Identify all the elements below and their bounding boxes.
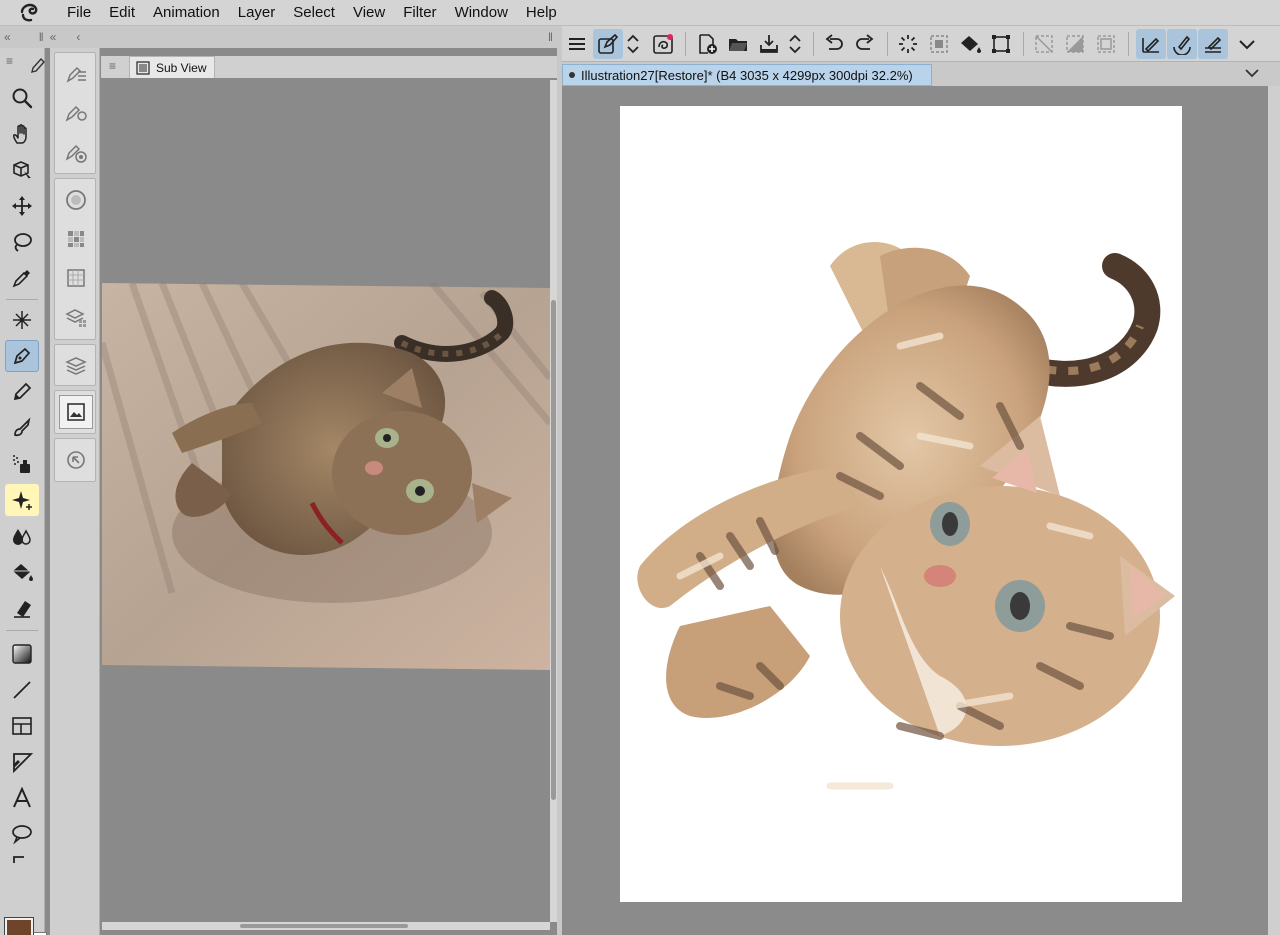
save-options-arrows-icon[interactable] [784, 29, 806, 59]
gradient-icon[interactable] [5, 638, 39, 670]
companion-icon[interactable] [648, 29, 678, 59]
cat-painting[interactable] [620, 106, 1182, 902]
tool-palette: ≡ [0, 48, 47, 935]
palette-dock [50, 48, 100, 935]
tool-palette-brush-icon [30, 58, 46, 74]
eyedropper-icon[interactable] [5, 262, 39, 294]
palette-group-layer [54, 344, 96, 386]
palette-group-navigator [54, 438, 96, 482]
correct-line-icon[interactable] [5, 854, 39, 864]
sub-view-header: ≡ Sub View [101, 56, 557, 78]
material-icon[interactable] [59, 300, 93, 334]
color-wheel-icon[interactable] [59, 183, 93, 217]
intermediate-color-icon[interactable] [59, 261, 93, 295]
palette-group-sub-tool [54, 52, 96, 174]
hand-icon[interactable] [5, 118, 39, 150]
auto-select-icon[interactable] [5, 304, 39, 336]
brush-icon[interactable] [5, 412, 39, 444]
grip-icon: ‖ [38, 30, 44, 44]
dock-header: « ‖ « ‹ ‖ [0, 26, 557, 48]
undo-icon[interactable] [819, 29, 849, 59]
decoration-icon[interactable] [5, 484, 39, 516]
layer-icon[interactable] [59, 348, 93, 382]
sub-tool-icon[interactable] [59, 57, 93, 91]
ruler-icon[interactable] [5, 746, 39, 778]
reference-photo[interactable] [102, 283, 550, 670]
collapse-left-icon[interactable]: « [4, 30, 11, 44]
lasso-icon[interactable] [5, 226, 39, 258]
frame-icon[interactable] [5, 710, 39, 742]
menu-help[interactable]: Help [517, 0, 566, 26]
sub-view-tab-icon [136, 60, 150, 75]
document-tab-bar: Illustration27[Restore]* (B4 3035 x 4299… [562, 62, 1280, 86]
tool-property-icon[interactable] [59, 96, 93, 130]
edit-mode-icon[interactable] [593, 29, 623, 59]
color-set-icon[interactable] [59, 222, 93, 256]
hamburger-menu-icon[interactable] [562, 29, 592, 59]
snap-special-ruler-icon[interactable] [1167, 29, 1197, 59]
navigator-icon[interactable] [59, 443, 93, 477]
sub-view-tab[interactable]: Sub View [129, 56, 216, 78]
clear-layer-icon[interactable] [893, 29, 923, 59]
fill-command-icon[interactable] [955, 29, 985, 59]
line-icon[interactable] [5, 674, 39, 706]
menu-layer[interactable]: Layer [229, 0, 285, 26]
sub-view-icon[interactable] [59, 395, 93, 429]
menu-file[interactable]: File [58, 0, 100, 26]
menu-edit[interactable]: Edit [100, 0, 144, 26]
eraser-icon[interactable] [5, 592, 39, 624]
pen-icon[interactable] [5, 340, 39, 372]
grip-right-icon: ‖ [548, 30, 553, 44]
menu-view[interactable]: View [344, 0, 394, 26]
sub-view-vertical-scrollbar[interactable] [550, 80, 557, 922]
document-tab-label: Illustration27[Restore]* (B4 3035 x 4299… [581, 67, 913, 83]
sub-view-canvas[interactable] [102, 80, 550, 922]
airbrush-icon[interactable] [5, 448, 39, 480]
clear-outside-selection-icon[interactable] [924, 29, 954, 59]
menu-bar: File Edit Animation Layer Select View Fi… [0, 0, 1280, 26]
open-folder-icon[interactable] [723, 29, 753, 59]
new-file-icon[interactable] [692, 29, 722, 59]
object-icon[interactable] [5, 154, 39, 186]
save-icon[interactable] [754, 29, 784, 59]
color-indicator [3, 917, 47, 935]
redo-icon[interactable] [850, 29, 880, 59]
sub-view-menu-icon[interactable]: ≡ [109, 59, 116, 73]
pencil-icon[interactable] [5, 376, 39, 408]
menu-animation[interactable]: Animation [144, 0, 229, 26]
main-color-swatch[interactable] [4, 917, 34, 935]
canvas-vertical-scrollbar[interactable] [1268, 86, 1280, 935]
document-tab[interactable]: Illustration27[Restore]* (B4 3035 x 4299… [562, 64, 932, 86]
fill-icon[interactable] [5, 556, 39, 588]
tab-list-chevron-icon[interactable] [1244, 66, 1260, 80]
brush-size-icon[interactable] [59, 135, 93, 169]
menu-window[interactable]: Window [446, 0, 517, 26]
up-down-arrows-icon[interactable] [622, 29, 644, 59]
command-bar [562, 26, 1280, 62]
menu-filter[interactable]: Filter [394, 0, 445, 26]
menu-select[interactable]: Select [284, 0, 344, 26]
snap-grid-icon[interactable] [1198, 29, 1228, 59]
tool-palette-menu-icon[interactable]: ≡ [6, 54, 13, 68]
sub-view-horizontal-scrollbar[interactable] [102, 922, 550, 930]
blend-icon[interactable] [5, 520, 39, 552]
deselect-icon[interactable] [1029, 29, 1059, 59]
transform-icon[interactable] [986, 29, 1016, 59]
palette-group-color [54, 178, 96, 340]
canvas-paper[interactable] [620, 106, 1182, 902]
balloon-icon[interactable] [5, 818, 39, 850]
palette-group-subview [54, 390, 96, 434]
text-icon[interactable] [5, 782, 39, 814]
move-icon[interactable] [5, 190, 39, 222]
app-logo-icon[interactable] [0, 0, 58, 26]
unsaved-dot-icon [569, 72, 575, 78]
sub-view-tab-label: Sub View [156, 60, 207, 75]
invert-selection-icon[interactable] [1060, 29, 1090, 59]
zoom-icon[interactable] [5, 82, 39, 114]
select-all-icon[interactable] [1091, 29, 1121, 59]
chevron-left-icon[interactable]: ‹ [76, 30, 80, 44]
command-bar-more-icon[interactable] [1232, 29, 1262, 59]
snap-ruler-icon[interactable] [1136, 29, 1166, 59]
collapse-palette-icon[interactable]: « [50, 30, 57, 44]
